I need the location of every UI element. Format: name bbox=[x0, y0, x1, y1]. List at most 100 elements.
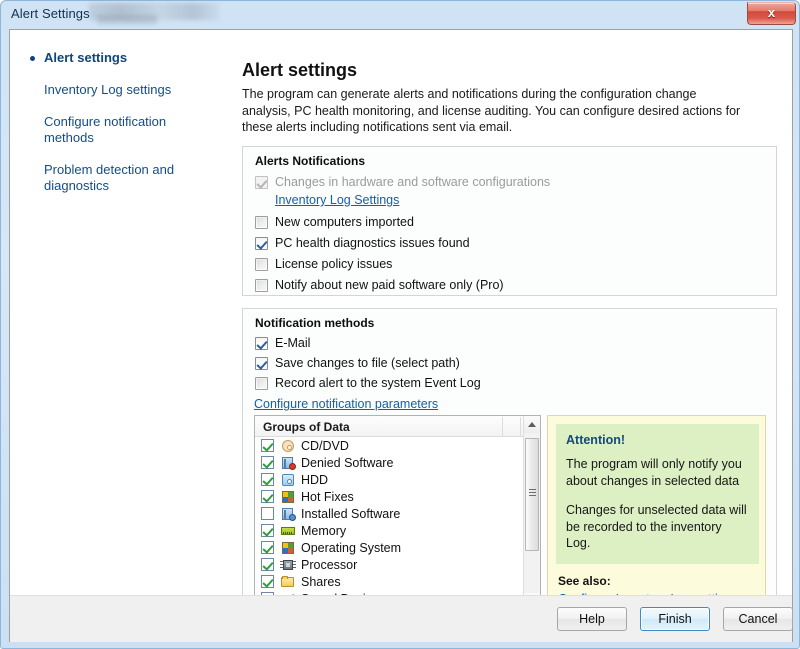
footer-bar: Help Finish Cancel bbox=[10, 595, 793, 642]
checkbox-icon bbox=[255, 175, 268, 189]
list-body: CD/DVD Denied Software HDD Hot Fixes Ins… bbox=[255, 437, 521, 610]
attention-paragraph-2: Changes for unselected data will be reco… bbox=[566, 503, 747, 550]
attention-paragraph-1: The program will only notify you about c… bbox=[566, 457, 742, 488]
cd-icon bbox=[280, 439, 296, 453]
scrollbar-thumb[interactable] bbox=[525, 438, 539, 551]
sidebar-item-label: Configure notification methods bbox=[44, 114, 167, 145]
list-checkbox-icon[interactable] bbox=[261, 541, 274, 554]
checkbox-label: Notify about new paid software only (Pro… bbox=[275, 278, 504, 292]
help-button[interactable]: Help bbox=[557, 607, 627, 631]
attention-inner: Attention! The program will only notify … bbox=[556, 424, 759, 564]
checkbox-row-hardware-software-changes: Changes in hardware and software configu… bbox=[255, 175, 550, 189]
list-item-label: CD/DVD bbox=[301, 438, 349, 453]
processor-icon bbox=[280, 558, 296, 572]
sidebar-item-inventory-log-settings[interactable]: Inventory Log settings bbox=[28, 82, 213, 98]
memory-icon bbox=[280, 524, 296, 538]
list-item[interactable]: Shares bbox=[255, 573, 521, 590]
denied-software-icon bbox=[280, 456, 296, 470]
methods-group-title: Notification methods bbox=[255, 316, 375, 330]
column-divider[interactable] bbox=[502, 417, 503, 436]
checkbox-icon[interactable] bbox=[255, 236, 268, 250]
checkbox-icon[interactable] bbox=[255, 257, 268, 271]
checkbox-icon[interactable] bbox=[255, 278, 268, 292]
checkbox-icon[interactable] bbox=[255, 356, 268, 370]
list-checkbox-icon[interactable] bbox=[261, 456, 274, 469]
scroll-up-icon[interactable] bbox=[524, 416, 540, 433]
list-checkbox-icon[interactable] bbox=[261, 575, 274, 588]
checkbox-row-save-changes-to-file[interactable]: Save changes to file (select path) bbox=[255, 356, 460, 370]
checkbox-icon[interactable] bbox=[255, 215, 268, 229]
list-item[interactable]: Memory bbox=[255, 522, 521, 539]
alerts-group-title: Alerts Notifications bbox=[255, 154, 366, 168]
cancel-button[interactable]: Cancel bbox=[723, 607, 793, 631]
hotfix-icon bbox=[280, 490, 296, 504]
sidebar-item-problem-detection-and-diagnostics[interactable]: Problem detection and diagnostics bbox=[28, 162, 213, 194]
list-checkbox-icon[interactable] bbox=[261, 558, 274, 571]
sidebar: Alert settings Inventory Log settings Co… bbox=[10, 30, 225, 595]
checkbox-row-pc-health-diagnostics[interactable]: PC health diagnostics issues found bbox=[255, 236, 470, 250]
list-item-label: Operating System bbox=[301, 540, 402, 555]
checkbox-label: E-Mail bbox=[275, 336, 311, 350]
client-area: Alert settings Inventory Log settings Co… bbox=[9, 29, 793, 642]
list-item-label: Installed Software bbox=[301, 506, 401, 521]
list-checkbox-icon[interactable] bbox=[261, 507, 274, 520]
list-item[interactable]: Hot Fixes bbox=[255, 488, 521, 505]
list-header-label: Groups of Data bbox=[263, 420, 350, 434]
alerts-notifications-group: Alerts Notifications Changes in hardware… bbox=[242, 146, 777, 296]
checkbox-row-new-paid-software-only[interactable]: Notify about new paid software only (Pro… bbox=[255, 278, 504, 292]
checkbox-icon[interactable] bbox=[255, 376, 268, 390]
attention-title: Attention! bbox=[566, 433, 626, 447]
finish-button[interactable]: Finish bbox=[640, 607, 710, 631]
list-checkbox-icon[interactable] bbox=[261, 439, 274, 452]
checkbox-icon[interactable] bbox=[255, 336, 268, 350]
list-vertical-scrollbar[interactable] bbox=[523, 416, 540, 610]
list-item[interactable]: HDD bbox=[255, 471, 521, 488]
main-pane: Alert settings The program can generate … bbox=[225, 30, 792, 621]
list-item[interactable]: Installed Software bbox=[255, 505, 521, 522]
checkbox-label: PC health diagnostics issues found bbox=[275, 236, 470, 250]
list-item-label: Hot Fixes bbox=[301, 489, 354, 504]
list-checkbox-icon[interactable] bbox=[261, 524, 274, 537]
shares-icon bbox=[280, 575, 296, 589]
sidebar-item-label: Problem detection and diagnostics bbox=[44, 162, 175, 193]
bullet-icon bbox=[30, 56, 35, 61]
close-button[interactable]: x bbox=[747, 2, 796, 25]
title-bar: Alert Settings x bbox=[1, 1, 800, 29]
sidebar-item-alert-settings[interactable]: Alert settings bbox=[28, 50, 213, 66]
list-checkbox-icon[interactable] bbox=[261, 473, 274, 486]
close-icon: x bbox=[767, 5, 776, 20]
see-also-label: See also: bbox=[558, 574, 611, 588]
checkbox-row-new-computers-imported[interactable]: New computers imported bbox=[255, 215, 414, 229]
checkbox-label: Changes in hardware and software configu… bbox=[275, 175, 551, 189]
groups-of-data-list[interactable]: Groups of Data CD/DVD Denied Software HD… bbox=[254, 415, 541, 611]
checkbox-row-license-policy-issues[interactable]: License policy issues bbox=[255, 257, 392, 271]
sidebar-item-label: Inventory Log settings bbox=[44, 82, 172, 97]
list-item[interactable]: Processor bbox=[255, 556, 521, 573]
checkbox-label: License policy issues bbox=[275, 257, 393, 271]
list-item[interactable]: Operating System bbox=[255, 539, 521, 556]
list-header: Groups of Data bbox=[255, 416, 540, 437]
list-item-label: Shares bbox=[301, 574, 341, 589]
list-item[interactable]: Denied Software bbox=[255, 454, 521, 471]
page-description: The program can generate alerts and noti… bbox=[242, 87, 741, 134]
checkbox-label: Record alert to the system Event Log bbox=[275, 376, 481, 390]
sidebar-item-configure-notification-methods[interactable]: Configure notification methods bbox=[28, 114, 213, 146]
os-icon bbox=[280, 541, 296, 555]
configure-notification-parameters-link[interactable]: Configure notification parameters bbox=[254, 397, 438, 411]
attention-panel: Attention! The program will only notify … bbox=[547, 415, 766, 611]
page-title: Alert settings bbox=[242, 60, 358, 80]
inventory-log-settings-link[interactable]: Inventory Log Settings bbox=[275, 193, 399, 207]
list-item[interactable]: CD/DVD bbox=[255, 437, 521, 454]
list-checkbox-icon[interactable] bbox=[261, 490, 274, 503]
checkbox-label: Save changes to file (select path) bbox=[275, 356, 460, 370]
list-item-label: Processor bbox=[301, 557, 358, 572]
window-title: Alert Settings bbox=[11, 6, 90, 21]
title-watermark-secondary bbox=[97, 15, 157, 24]
column-divider[interactable] bbox=[520, 417, 521, 436]
list-item-label: Denied Software bbox=[301, 455, 394, 470]
list-item-label: Memory bbox=[301, 523, 347, 538]
checkbox-row-record-alert-event-log[interactable]: Record alert to the system Event Log bbox=[255, 376, 481, 390]
checkbox-row-email[interactable]: E-Mail bbox=[255, 336, 310, 350]
installed-software-icon bbox=[280, 507, 296, 521]
notification-methods-group: Notification methods E-Mail Save changes… bbox=[242, 308, 777, 621]
